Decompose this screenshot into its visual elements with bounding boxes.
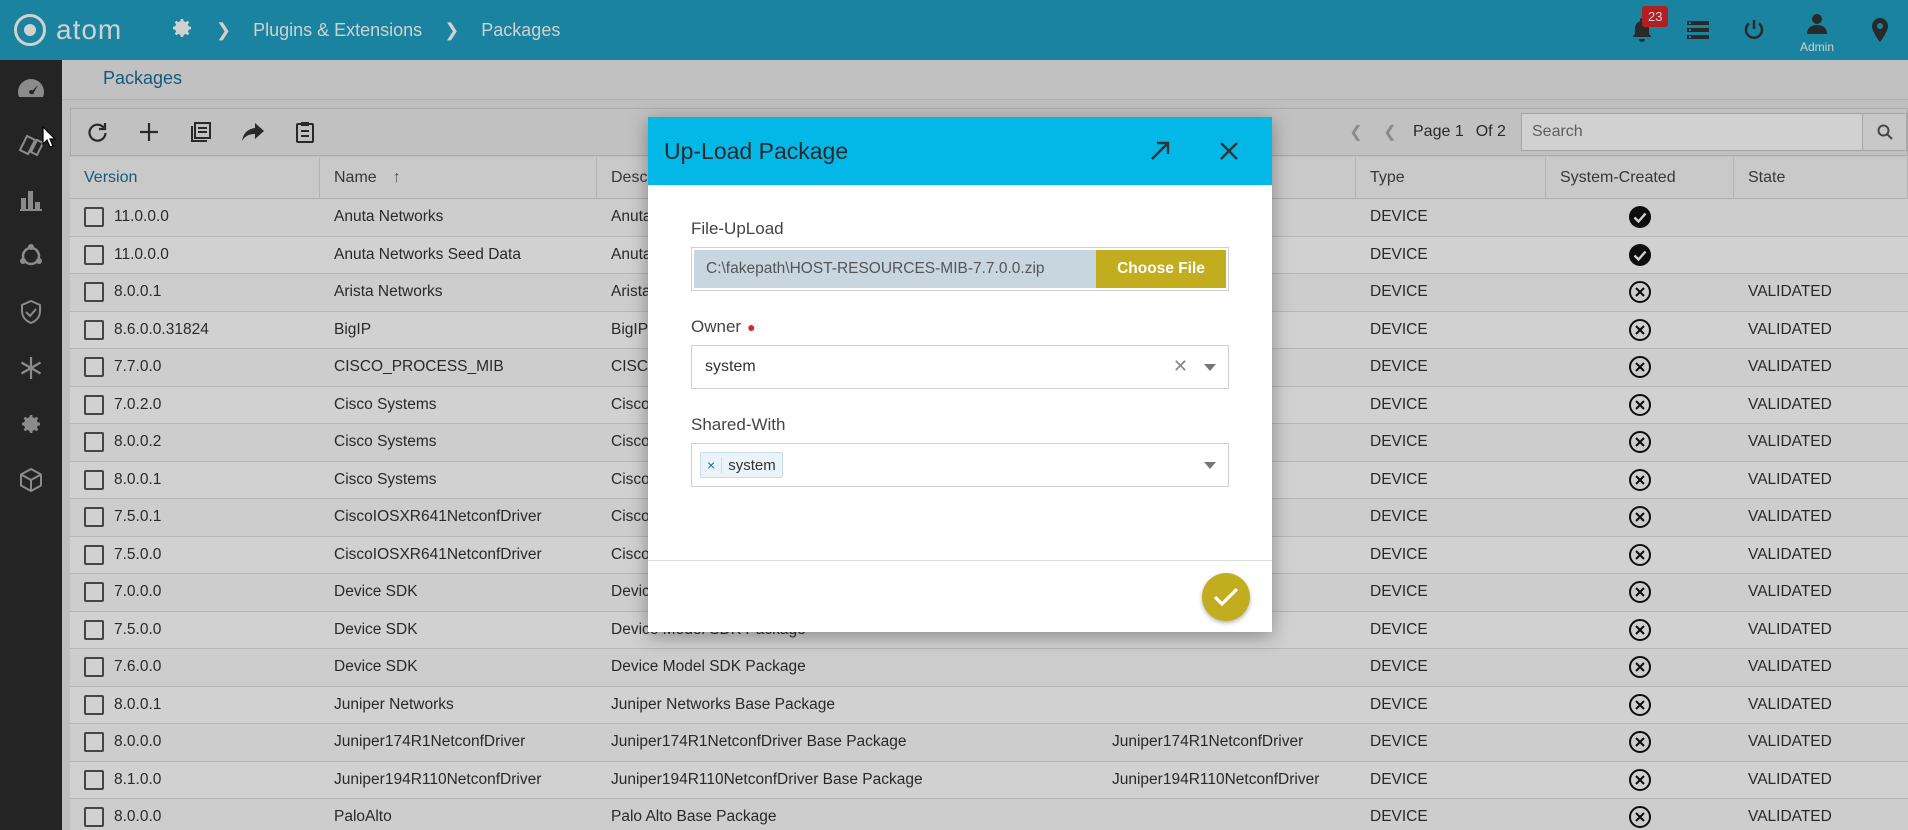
dialog-title: Up-Load Package: [664, 137, 849, 164]
owner-value: system: [705, 358, 756, 375]
shared-with-label-text: Shared-With: [691, 415, 786, 434]
close-icon: [1220, 142, 1238, 160]
file-upload-field: C:\fakepath\HOST-RESOURCES-MIB-7.7.0.0.z…: [691, 247, 1229, 291]
owner-select[interactable]: system ✕: [691, 345, 1229, 389]
owner-label-text: Owner: [691, 317, 742, 336]
shared-with-select[interactable]: × system: [691, 443, 1229, 487]
expand-button[interactable]: [1140, 131, 1180, 171]
file-upload-label-text: File-UpLoad: [691, 219, 784, 238]
dialog-header: Up-Load Package: [648, 117, 1272, 185]
mouse-cursor-icon: [42, 126, 56, 148]
owner-label: Owner ●: [691, 317, 1228, 337]
submit-button[interactable]: [1202, 573, 1250, 621]
required-indicator-icon: ●: [747, 319, 756, 335]
tag-label: system: [728, 456, 776, 474]
upload-package-dialog: Up-Load Package File-UpLoad C:\fakepath\…: [648, 117, 1272, 632]
close-button[interactable]: [1209, 131, 1249, 171]
dropdown-caret-icon[interactable]: [1204, 462, 1216, 469]
dialog-footer: [648, 560, 1272, 632]
file-upload-label: File-UpLoad: [691, 219, 1228, 239]
choose-file-button[interactable]: Choose File: [1096, 250, 1226, 288]
dropdown-caret-icon[interactable]: [1204, 364, 1216, 371]
checkmark-icon: [1213, 587, 1239, 607]
expand-arrow-icon: [1151, 141, 1170, 160]
shared-with-label: Shared-With: [691, 415, 1228, 435]
remove-tag-icon[interactable]: ×: [701, 457, 723, 473]
file-path-display[interactable]: C:\fakepath\HOST-RESOURCES-MIB-7.7.0.0.z…: [694, 250, 1096, 288]
clear-icon[interactable]: ✕: [1173, 356, 1188, 377]
dialog-body: File-UpLoad C:\fakepath\HOST-RESOURCES-M…: [648, 185, 1272, 487]
shared-with-tag: × system: [700, 452, 783, 478]
